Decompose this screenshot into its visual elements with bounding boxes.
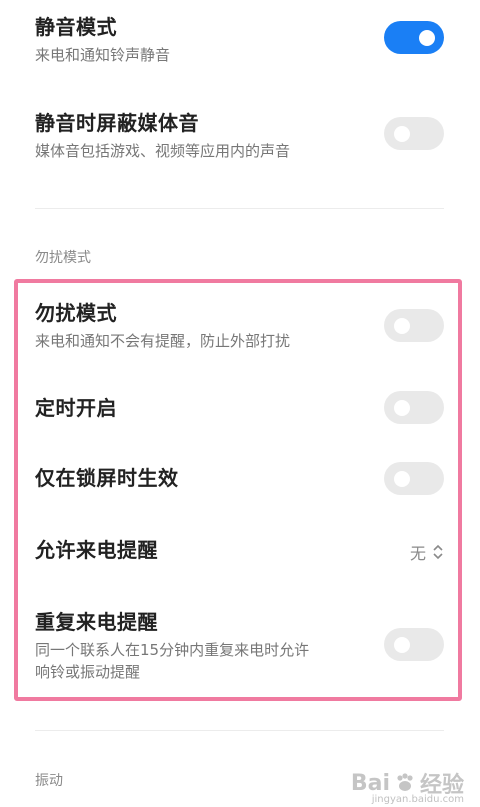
silent-mode-toggle[interactable] [384,21,444,54]
toggle-knob [394,637,410,653]
allow-calls-value: 无 [409,544,426,563]
mute-media-subtitle: 媒体音包括游戏、视频等应用内的声音 [35,142,291,160]
watermark-url: jingyan.baidu.com [371,794,464,805]
repeat-calls-title: 重复来电提醒 [35,610,158,634]
mute-media-title: 静音时屏蔽媒体音 [35,111,199,135]
scheduled-row[interactable]: 定时开启 [35,395,444,421]
toggle-knob [394,318,410,334]
dnd-mode-subtitle: 来电和通知不会有提醒，防止外部打扰 [35,332,291,350]
allow-calls-title: 允许来电提醒 [35,538,158,562]
repeat-calls-subtitle-line1: 同一个联系人在15分钟内重复来电时允许 [35,641,310,659]
repeat-calls-subtitle-line2: 响铃或振动提醒 [35,663,141,681]
vibration-section-label: 振动 [35,773,63,789]
allow-calls-row[interactable]: 允许来电提醒 [35,537,444,563]
dnd-mode-toggle[interactable] [384,309,444,342]
allow-calls-select[interactable]: 无 [410,540,444,564]
lockscreen-only-title: 仅在锁屏时生效 [35,466,179,490]
sound-settings-page: 静音模式 来电和通知铃声静音 静音时屏蔽媒体音 媒体音包括游戏、视频等应用内的声… [0,0,480,807]
watermark-text: Bai [350,770,390,796]
scheduled-title: 定时开启 [35,396,117,420]
dnd-mode-title: 勿扰模式 [35,301,117,325]
chevron-updown-icon [433,544,443,560]
mute-media-row[interactable]: 静音时屏蔽媒体音 媒体音包括游戏、视频等应用内的声音 [35,110,444,162]
dnd-mode-row[interactable]: 勿扰模式 来电和通知不会有提醒，防止外部打扰 [35,300,444,352]
dnd-section-label: 勿扰模式 [35,250,91,266]
lockscreen-only-row[interactable]: 仅在锁屏时生效 [35,465,444,491]
lockscreen-only-toggle[interactable] [384,462,444,495]
paw-icon [397,773,413,791]
silent-mode-subtitle: 来电和通知铃声静音 [35,46,171,64]
mute-media-toggle[interactable] [384,117,444,150]
silent-mode-row[interactable]: 静音模式 来电和通知铃声静音 [35,14,444,66]
scheduled-toggle[interactable] [384,391,444,424]
toggle-knob [394,126,410,142]
toggle-knob [419,30,435,46]
baidu-watermark: Bai 经验 jingyan.baidu.com [350,767,464,806]
toggle-knob [394,400,410,416]
divider [35,730,444,731]
silent-mode-title: 静音模式 [35,15,117,39]
repeat-calls-row[interactable]: 重复来电提醒 同一个联系人在15分钟内重复来电时允许 响铃或振动提醒 [35,609,444,683]
toggle-knob [394,471,410,487]
repeat-calls-toggle[interactable] [384,628,444,661]
divider [35,208,444,209]
